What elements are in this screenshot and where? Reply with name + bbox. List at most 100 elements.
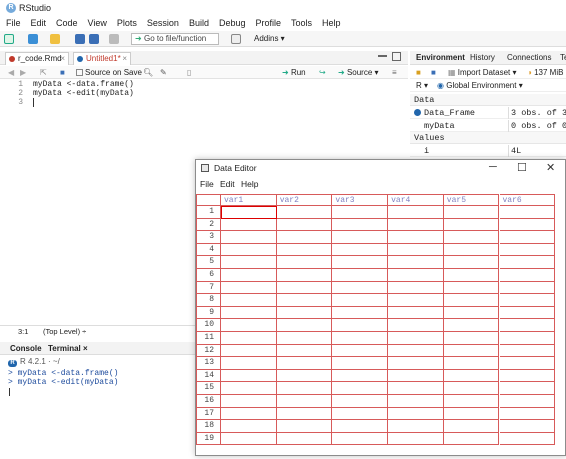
- grid-cell[interactable]: [499, 332, 556, 345]
- menu-code[interactable]: Code: [56, 17, 78, 30]
- grid-cell[interactable]: [388, 332, 444, 345]
- grid-cell[interactable]: [221, 243, 277, 257]
- column-header-var1[interactable]: var1: [221, 194, 277, 206]
- memory-usage[interactable]: ◑ 137 MiB: [527, 68, 563, 77]
- tab-terminal[interactable]: Terminal ×: [48, 344, 88, 353]
- grid-cell[interactable]: [276, 319, 333, 332]
- grid-cell[interactable]: [332, 332, 389, 345]
- save-workspace-icon[interactable]: ■: [431, 68, 436, 77]
- menu-profile[interactable]: Profile: [256, 17, 282, 30]
- grid-cell[interactable]: [388, 432, 444, 446]
- tab-r-code-rmd[interactable]: r_code.Rmd ×: [5, 52, 69, 65]
- grid-cell[interactable]: [443, 382, 500, 395]
- grid-cell[interactable]: [443, 231, 500, 244]
- grid-cell[interactable]: [221, 231, 277, 244]
- grid-cell[interactable]: [221, 294, 277, 307]
- new-file-icon[interactable]: [4, 34, 14, 44]
- grid-cell[interactable]: [276, 432, 333, 446]
- grid-cell[interactable]: [332, 269, 389, 282]
- rerun-icon[interactable]: ↪: [319, 68, 326, 77]
- column-header-var3[interactable]: var3: [332, 194, 389, 206]
- grid-cell[interactable]: [276, 344, 333, 358]
- menu-help[interactable]: Help: [322, 17, 341, 30]
- grid-cell[interactable]: [499, 344, 556, 358]
- de-menu-file[interactable]: File: [200, 179, 214, 189]
- grid-cell[interactable]: [499, 395, 556, 408]
- grid-cell[interactable]: [276, 231, 333, 244]
- grid-cell[interactable]: [388, 281, 444, 295]
- go-to-file-input[interactable]: ➜ Go to file/function: [131, 33, 219, 45]
- column-header-var4[interactable]: var4: [388, 194, 444, 206]
- close-tab-icon[interactable]: ×: [122, 53, 127, 65]
- grid-cell[interactable]: [499, 420, 556, 433]
- env-row-data-frame[interactable]: Data_Frame 3 obs. of 3: [410, 107, 566, 119]
- grid-cell[interactable]: [388, 344, 444, 358]
- grid-cell[interactable]: [332, 319, 389, 332]
- grid-cell[interactable]: [388, 369, 444, 383]
- grid-cell[interactable]: [332, 218, 389, 232]
- grid-cell[interactable]: [332, 395, 389, 408]
- grid-cell[interactable]: [388, 357, 444, 370]
- grid-cell[interactable]: [332, 369, 389, 383]
- de-menu-help[interactable]: Help: [241, 179, 258, 189]
- grid-cell[interactable]: [499, 243, 556, 257]
- grid-cell[interactable]: [221, 306, 277, 320]
- grid-cell[interactable]: [332, 243, 389, 257]
- source-on-save-checkbox[interactable]: Source on Save: [76, 68, 142, 77]
- tab-tutorial[interactable]: Te: [560, 53, 566, 62]
- grid-cell[interactable]: [499, 281, 556, 295]
- menu-session[interactable]: Session: [147, 17, 179, 30]
- grid-cell[interactable]: [221, 206, 277, 219]
- grid-cell[interactable]: [388, 269, 444, 282]
- grid-cell[interactable]: [443, 332, 500, 345]
- grid-cell[interactable]: [332, 432, 389, 446]
- grid-cell[interactable]: [221, 382, 277, 395]
- menu-edit[interactable]: Edit: [31, 17, 47, 30]
- grid-cell[interactable]: [276, 294, 333, 307]
- grid-cell[interactable]: [499, 256, 556, 269]
- grid-cell[interactable]: [221, 269, 277, 282]
- grid-cell[interactable]: [388, 294, 444, 307]
- grid-cell[interactable]: [499, 206, 556, 219]
- grid-cell[interactable]: [221, 432, 277, 446]
- close-window-icon[interactable]: ✕: [546, 161, 555, 174]
- grid-cell[interactable]: [221, 420, 277, 433]
- grid-layout-icon[interactable]: [231, 34, 241, 44]
- maximize-window-icon[interactable]: ☐: [517, 161, 527, 174]
- grid-cell[interactable]: [332, 357, 389, 370]
- column-header-var2[interactable]: var2: [276, 194, 333, 206]
- grid-cell[interactable]: [221, 281, 277, 295]
- grid-cell[interactable]: [276, 357, 333, 370]
- grid-cell[interactable]: [332, 231, 389, 244]
- grid-cell[interactable]: [443, 256, 500, 269]
- import-dataset-button[interactable]: ▦ Import Dataset ▾: [448, 68, 517, 77]
- load-workspace-icon[interactable]: ■: [416, 68, 421, 77]
- grid-cell[interactable]: [332, 294, 389, 307]
- grid-cell[interactable]: [332, 256, 389, 269]
- menu-tools[interactable]: Tools: [291, 17, 312, 30]
- grid-cell[interactable]: [221, 344, 277, 358]
- env-row-mydata[interactable]: myData 0 obs. of 0: [410, 120, 566, 132]
- grid-cell[interactable]: [276, 269, 333, 282]
- grid-cell[interactable]: [499, 357, 556, 370]
- grid-cell[interactable]: [221, 407, 277, 421]
- grid-cell[interactable]: [388, 382, 444, 395]
- grid-cell[interactable]: [499, 269, 556, 282]
- grid-cell[interactable]: [332, 407, 389, 421]
- grid-cell[interactable]: [443, 395, 500, 408]
- minimize-pane-icon[interactable]: [378, 55, 387, 57]
- grid-cell[interactable]: [276, 218, 333, 232]
- grid-cell[interactable]: [276, 306, 333, 320]
- grid-cell[interactable]: [499, 369, 556, 383]
- grid-cell[interactable]: [276, 395, 333, 408]
- grid-cell[interactable]: [276, 206, 333, 219]
- menu-file[interactable]: File: [6, 17, 21, 30]
- grid-cell[interactable]: [332, 382, 389, 395]
- grid-cell[interactable]: [443, 218, 500, 232]
- grid-cell[interactable]: [443, 281, 500, 295]
- back-icon[interactable]: ◀: [8, 68, 14, 77]
- grid-cell[interactable]: [276, 369, 333, 383]
- tab-console[interactable]: Console: [10, 344, 42, 353]
- grid-cell[interactable]: [276, 243, 333, 257]
- grid-cell[interactable]: [443, 420, 500, 433]
